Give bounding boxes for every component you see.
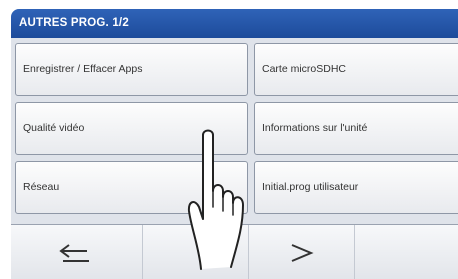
next-page-button[interactable] xyxy=(249,225,355,279)
menu-item-record-delete-apps[interactable]: Enregistrer / Effacer Apps xyxy=(15,43,248,96)
touch-screen: AUTRES PROG. 1/2 Enregistrer / Effacer A… xyxy=(11,9,458,279)
menu-item-user-settings-reset[interactable]: Initial.prog utilisateur xyxy=(254,161,458,214)
blank-button-2[interactable] xyxy=(355,225,458,279)
back-button[interactable] xyxy=(11,225,143,279)
back-arrow-icon xyxy=(58,243,89,262)
next-arrow-icon xyxy=(291,243,314,262)
menu-item-unit-information[interactable]: Informations sur l'unité xyxy=(254,102,458,155)
pointing-hand-icon xyxy=(185,127,249,279)
menu-item-microsdhc-card[interactable]: Carte microSDHC xyxy=(254,43,458,96)
screen-title: AUTRES PROG. 1/2 xyxy=(11,9,458,38)
